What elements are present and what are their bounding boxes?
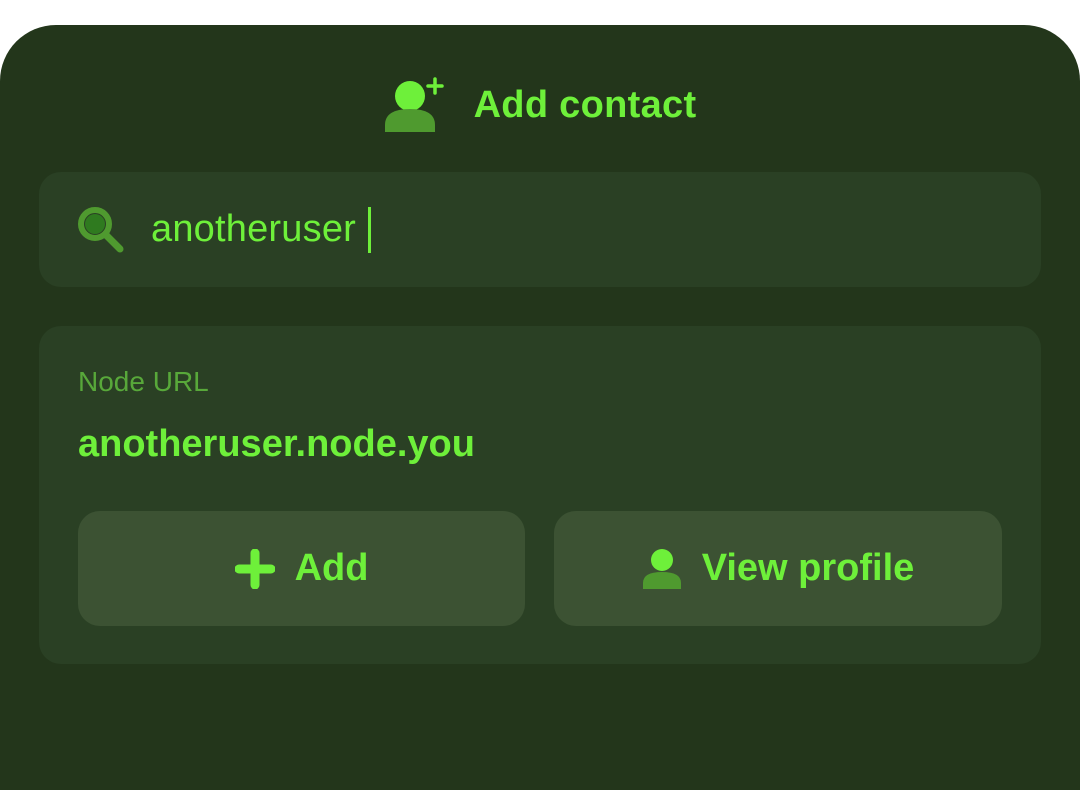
add-contact-sheet: Add contact anotheruser Node URL another… — [0, 25, 1080, 790]
search-input[interactable]: anotheruser — [151, 172, 372, 287]
view-profile-button-label: View profile — [701, 547, 915, 589]
person-icon — [642, 548, 681, 589]
add-button[interactable]: Add — [78, 511, 525, 626]
search-field[interactable]: anotheruser — [39, 172, 1041, 287]
add-button-label: Add — [294, 547, 369, 589]
text-caret — [368, 206, 372, 253]
node-url-label: Node URL — [78, 366, 209, 397]
page-title: Add contact — [473, 83, 697, 126]
sheet-header: Add contact — [0, 75, 1080, 135]
add-person-icon — [384, 77, 444, 132]
plus-icon — [234, 548, 275, 589]
node-url-value: anotheruser.node.you — [78, 423, 475, 465]
view-profile-button[interactable]: View profile — [554, 511, 1002, 626]
search-icon — [78, 207, 124, 253]
search-input-value: anotheruser — [151, 208, 357, 250]
search-result-card: Node URL anotheruser.node.you Add View p… — [39, 326, 1041, 664]
